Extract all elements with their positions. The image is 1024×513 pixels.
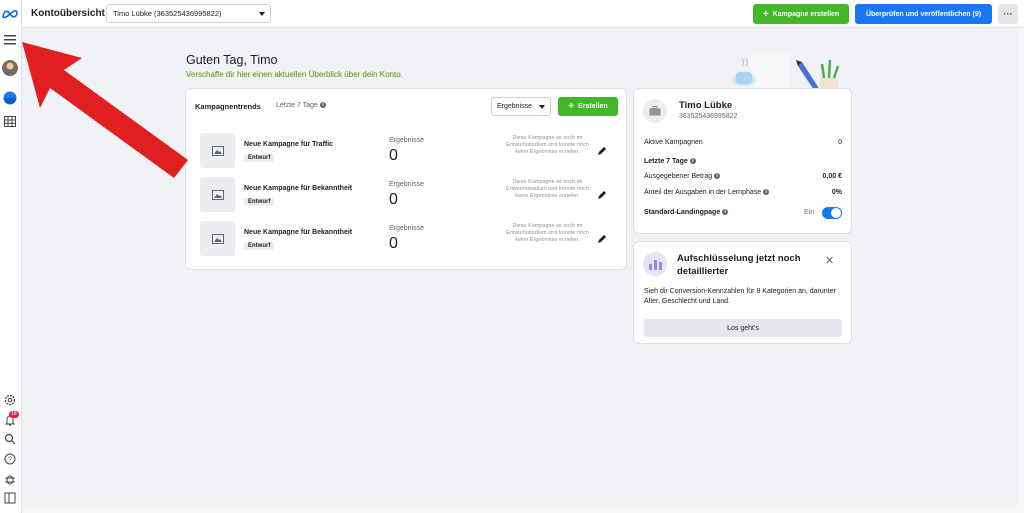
- spent-value: 0,00 €: [822, 173, 842, 180]
- active-campaigns-row: Aktive Kampagnen 0: [644, 139, 842, 146]
- info-icon[interactable]: i: [722, 209, 729, 216]
- info-icon[interactable]: i: [319, 102, 326, 109]
- overview-icon[interactable]: [2, 90, 18, 106]
- campaign-trends-card: Kampagnentrends Letzte 7 Tage i Ergebniss…: [186, 89, 626, 269]
- image-placeholder-icon: [200, 221, 235, 256]
- campaign-note: Diese Kampagne ist noch im Entwurfsstadi…: [506, 179, 589, 200]
- more-options-button[interactable]: ···: [998, 4, 1018, 24]
- chevron-down-icon: [539, 105, 545, 109]
- create-campaign-button[interactable]: + Kampagne erstellen: [753, 4, 849, 24]
- active-campaigns-value: 0: [838, 139, 842, 146]
- campaign-note: Diese Kampagne ist noch im Entwurfsstadi…: [506, 223, 589, 244]
- spent-label: Ausgegebener Betrag: [644, 173, 713, 180]
- trends-range-label: Letzte 7 Tage: [276, 102, 318, 109]
- account-selector-label: Timo Lübke (363525436995822): [113, 9, 222, 18]
- result-value: 0: [389, 235, 398, 252]
- image-placeholder-icon: [200, 177, 235, 212]
- spent-row: Ausgegebener Betrag i 0,00 €: [644, 173, 842, 180]
- top-bar: Kontoübersicht Timo Lübke (3635254369958…: [22, 0, 1024, 28]
- help-icon[interactable]: ?: [2, 451, 18, 467]
- account-name: Timo Lübke: [679, 100, 733, 111]
- panel-toggle-icon[interactable]: [2, 490, 18, 506]
- hamburger-menu-icon[interactable]: [2, 32, 18, 48]
- trends-title: Kampagnentrends: [195, 102, 261, 111]
- plus-icon: +: [762, 8, 769, 20]
- result-label: Ergebnisse: [389, 181, 425, 188]
- info-icon[interactable]: i: [763, 189, 770, 196]
- edit-icon[interactable]: [597, 190, 607, 200]
- metric-dropdown-label: Ergebnisse: [497, 103, 533, 110]
- gear-icon[interactable]: [2, 392, 18, 408]
- notification-badge: 18: [9, 411, 19, 418]
- greeting-subtitle: Verschaffe dir hier einen aktuellen Über…: [186, 70, 403, 79]
- avatar[interactable]: [2, 60, 18, 76]
- account-selector[interactable]: Timo Lübke (363525436995822): [106, 4, 271, 23]
- landing-row: Standard-Landingpage i: [644, 209, 794, 216]
- edit-icon[interactable]: [597, 234, 607, 244]
- landing-label: Standard-Landingpage: [644, 209, 721, 216]
- result-value: 0: [389, 147, 398, 164]
- result-label: Ergebnisse: [389, 225, 425, 232]
- promo-title: Aufschlüsselung jetzt noch detaillierter: [677, 253, 801, 277]
- edit-icon[interactable]: [597, 146, 607, 156]
- result-label: Ergebnisse: [389, 137, 425, 144]
- horizontal-scrollbar[interactable]: [22, 507, 1018, 513]
- period-row: Letzte 7 Tage i: [644, 158, 842, 165]
- bar-chart-icon: [643, 252, 667, 276]
- table-icon[interactable]: [2, 113, 18, 129]
- image-placeholder-icon: [200, 133, 235, 168]
- chevron-down-icon: [259, 12, 265, 16]
- toggle-state-label: Ein: [804, 209, 815, 216]
- account-summary-card: Timo Lübke 363525436995822 Aktive Kampag…: [634, 89, 851, 233]
- plus-icon: +: [568, 101, 575, 112]
- campaign-note: Diese Kampagne ist noch im Entwurfsstadi…: [506, 135, 589, 156]
- create-button-label: Erstellen: [578, 103, 608, 110]
- learning-label: Anteil der Ausgaben in der Lernphase: [644, 189, 762, 196]
- status-badge: Entwurf: [244, 242, 275, 250]
- result-value: 0: [389, 191, 398, 208]
- period-label: Letzte 7 Tage: [644, 158, 688, 165]
- learning-row: Anteil der Ausgaben in der Lernphase i 0%: [644, 189, 842, 196]
- campaign-name[interactable]: Neue Kampagne für Bekanntheit: [244, 185, 352, 192]
- campaign-name[interactable]: Neue Kampagne für Bekanntheit: [244, 229, 352, 236]
- trends-range: Letzte 7 Tage i: [276, 102, 326, 109]
- account-id: 363525436995822: [679, 113, 738, 120]
- breakdown-promo-card: Aufschlüsselung jetzt noch detaillierter…: [634, 242, 851, 343]
- status-badge: Entwurf: [244, 154, 275, 162]
- promo-text: Sieh dir Conversion-Kennzahlen für 8 Kat…: [644, 288, 836, 305]
- briefcase-icon: [643, 99, 667, 123]
- search-icon[interactable]: [2, 431, 18, 447]
- greeting-title: Guten Tag, Timo: [186, 53, 278, 67]
- create-button[interactable]: + Erstellen: [558, 97, 618, 116]
- svg-text:?: ?: [8, 457, 12, 464]
- illustration: [732, 54, 840, 90]
- info-icon[interactable]: i: [689, 158, 696, 165]
- review-publish-button[interactable]: Überprüfen und veröffentlichen (9): [855, 4, 992, 24]
- active-campaigns-label: Aktive Kampagnen: [644, 139, 703, 146]
- left-rail: 18 ?: [0, 0, 22, 513]
- info-icon[interactable]: i: [714, 173, 721, 180]
- status-badge: Entwurf: [244, 198, 275, 206]
- learning-value: 0%: [831, 189, 842, 196]
- vertical-scrollbar[interactable]: [1018, 28, 1024, 513]
- campaign-row[interactable]: Neue Kampagne für Traffic Entwurf Ergebn…: [200, 133, 610, 171]
- bug-icon[interactable]: [2, 471, 18, 487]
- meta-logo-icon[interactable]: [2, 6, 18, 22]
- campaign-name[interactable]: Neue Kampagne für Traffic: [244, 141, 333, 148]
- campaign-row[interactable]: Neue Kampagne für Bekanntheit Entwurf Er…: [200, 177, 610, 215]
- get-started-button[interactable]: Los geht's: [644, 319, 842, 337]
- landing-page-toggle[interactable]: [822, 207, 842, 219]
- metric-dropdown[interactable]: Ergebnisse: [491, 97, 551, 116]
- create-campaign-label: Kampagne erstellen: [772, 10, 840, 18]
- close-icon[interactable]: ✕: [825, 254, 834, 267]
- campaign-row[interactable]: Neue Kampagne für Bekanntheit Entwurf Er…: [200, 221, 610, 259]
- page-title: Kontoübersicht: [31, 8, 105, 19]
